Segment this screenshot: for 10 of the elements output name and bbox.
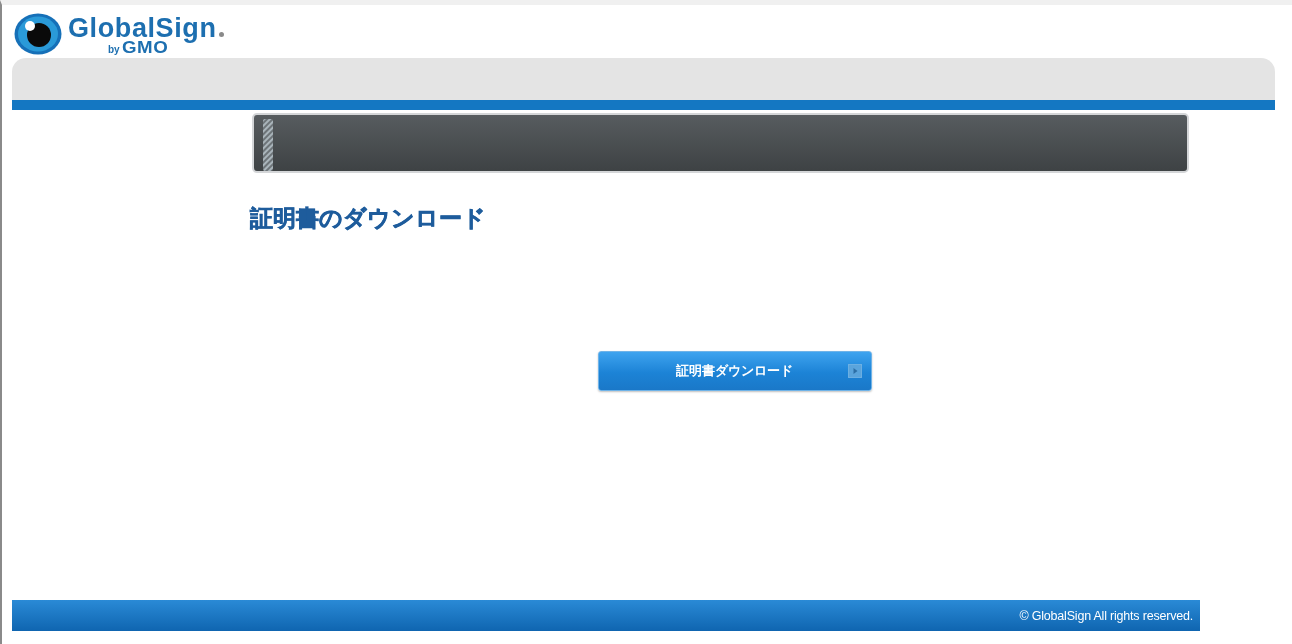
logo-wordmark: GlobalSign xyxy=(68,15,217,42)
copyright-text: © GlobalSign All rights reserved. xyxy=(1019,608,1193,623)
registered-mark-icon xyxy=(218,32,224,37)
download-button[interactable]: 証明書ダウンロード xyxy=(598,351,872,391)
logo-brand-text: GMO xyxy=(121,41,168,55)
page-heading: 証明書のダウンロード xyxy=(250,204,486,233)
striped-bar-icon xyxy=(263,119,273,171)
eye-logo-icon xyxy=(14,13,62,55)
arrow-right-icon xyxy=(848,364,862,378)
logo-byline: by xyxy=(108,43,120,56)
